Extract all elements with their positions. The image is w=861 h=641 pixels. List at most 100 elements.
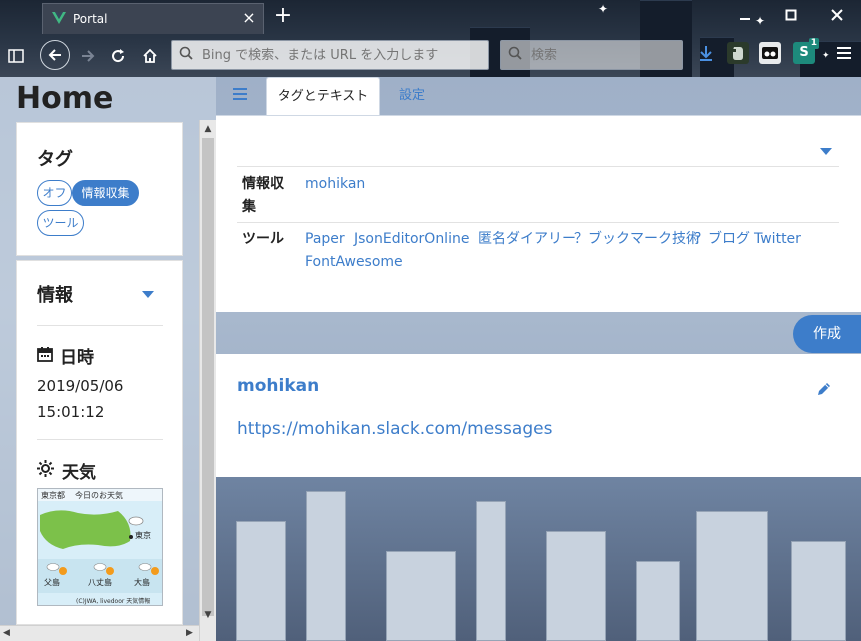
tool-link-anonymous-diary[interactable]: 匿名ダイアリー [478, 228, 576, 251]
city-building [236, 521, 286, 641]
info-card-title: 情報 [37, 285, 73, 306]
evernote-extension[interactable] [727, 42, 749, 64]
bookmark-url[interactable]: https://mohikan.slack.com/messages [237, 419, 552, 439]
scroll-up-arrow-icon[interactable]: ▲ [200, 120, 216, 138]
city-building [546, 531, 606, 641]
tab-title: Portal [73, 12, 108, 26]
sharepoint-extension[interactable]: S 1 [793, 38, 819, 64]
page-title: Home [16, 81, 114, 116]
divider [237, 166, 839, 167]
weather-widget[interactable]: 東京都 今日のお天気 東京 父島 八丈島 大島 (C)JWA, livedoor… [37, 488, 163, 606]
browser-tab-portal[interactable]: Portal × [42, 3, 264, 34]
home-button[interactable] [137, 43, 163, 69]
search-input[interactable] [531, 44, 671, 66]
tab-settings[interactable]: 設定 [392, 77, 432, 115]
scroll-left-arrow-icon[interactable]: ◀ [3, 628, 10, 638]
new-tab-button[interactable]: + [272, 4, 294, 28]
notification-badge: 1 [808, 38, 819, 49]
tag-chip-info-gathering[interactable]: 情報収集 [72, 180, 139, 206]
time-value: 15:01:12 [37, 403, 105, 421]
tool-link-blog[interactable]: ？ブログ [694, 228, 750, 251]
home-icon [143, 48, 157, 63]
tag-link-mohikan[interactable]: mohikan [305, 173, 365, 196]
weather-title: 今日のお天気 [75, 491, 123, 500]
tampermonkey-icon [762, 47, 778, 59]
tag-list-card: 情報収集 mohikan ツール Paper JsonEditorOnline … [216, 115, 861, 312]
star-sparkle: ✦ [598, 2, 609, 16]
divider [37, 325, 163, 326]
sidebar-scrollbar[interactable]: ▲ ▼ [199, 120, 216, 641]
vue-logo-icon [52, 12, 66, 24]
browser-chrome: ✦ ✦ ✦ Portal × + Bing で検索、または URL を入力します… [0, 0, 861, 77]
sidebar-icon [8, 49, 24, 63]
close-window-button[interactable] [815, 5, 859, 27]
minimize-button[interactable] [723, 5, 767, 27]
forward-button[interactable] [75, 43, 101, 69]
search-box[interactable] [500, 40, 683, 70]
arrow-right-icon [82, 50, 95, 62]
bookmark-card: mohikan https://mohikan.slack.com/messag… [216, 354, 861, 477]
search-icon [508, 46, 522, 60]
weather-place-oshima: 大島 [134, 578, 150, 587]
tool-link-twitter[interactable]: Twitter [754, 228, 801, 251]
weather-map [38, 501, 162, 605]
tab-close-icon[interactable]: × [239, 8, 259, 27]
city-building [696, 511, 768, 641]
city-building [791, 541, 846, 641]
calendar-icon [37, 347, 53, 362]
edit-pencil-icon[interactable] [817, 382, 831, 396]
create-button[interactable]: 作成 [793, 315, 861, 353]
city-building [476, 501, 506, 641]
scroll-right-arrow-icon[interactable]: ▶ [186, 628, 193, 638]
maximize-button[interactable] [769, 5, 813, 27]
scroll-thumb[interactable] [202, 138, 214, 616]
download-icon [700, 46, 712, 61]
tampermonkey-extension[interactable] [759, 42, 781, 64]
date-value: 2019/05/06 [37, 377, 124, 395]
weather-place-tokyo: 東京 [135, 531, 151, 540]
back-button[interactable] [40, 40, 70, 70]
tag-card-title: タグ [37, 149, 73, 170]
address-bar[interactable] [171, 40, 489, 70]
settings-menu-button[interactable] [833, 42, 855, 64]
arrow-left-icon [48, 49, 61, 61]
sun-icon [37, 460, 54, 477]
scroll-down-arrow-icon[interactable]: ▼ [200, 606, 216, 624]
weather-place-hachijojima: 八丈島 [88, 578, 112, 587]
evernote-icon [732, 47, 743, 60]
refresh-button[interactable] [105, 43, 131, 69]
minimize-icon [740, 18, 750, 20]
hamburger-menu-icon[interactable] [233, 88, 247, 100]
tool-link-fontawesome[interactable]: FontAwesome [305, 251, 403, 274]
page-content: Home タグ オフ 情報収集 ツール 情報 日時 2019/05/06 15:… [0, 77, 861, 641]
tag-chip-tools[interactable]: ツール [37, 210, 84, 236]
tab-tags-and-text[interactable]: タグとテキスト [266, 77, 380, 115]
city-building [386, 551, 456, 641]
address-input[interactable] [202, 44, 482, 66]
refresh-icon [112, 49, 125, 63]
tag-row-label-tools: ツール [242, 231, 284, 247]
city-building [636, 561, 680, 641]
maximize-icon [785, 9, 797, 21]
horizontal-scrollbar[interactable]: ◀ ▶ [0, 625, 199, 641]
dropdown-caret-icon[interactable] [820, 148, 832, 155]
bookmark-title[interactable]: mohikan [237, 376, 319, 396]
search-icon [179, 46, 193, 60]
city-background [216, 477, 861, 641]
download-button[interactable] [695, 42, 717, 64]
tag-chip-off[interactable]: オフ [37, 180, 72, 206]
weather-region: 東京都 [41, 491, 65, 500]
sidebar-toggle-button[interactable] [3, 43, 29, 69]
tool-link-bookmark-tech[interactable]: ？ブックマーク技術 [574, 228, 700, 251]
sharepoint-icon: S [799, 45, 809, 60]
tag-row-label-info: 情報収集 [242, 176, 284, 215]
collapse-caret-icon[interactable] [142, 291, 154, 298]
content-tabs: タグとテキスト 設定 [216, 77, 861, 115]
tool-link-jsoneditoronline[interactable]: JsonEditorOnline [354, 228, 469, 251]
info-card: 情報 日時 2019/05/06 15:01:12 天気 東京都 今日のお天気 [16, 260, 183, 625]
weather-place-chichijima: 父島 [44, 578, 60, 587]
close-icon [831, 9, 843, 21]
tool-link-paper[interactable]: Paper [305, 228, 345, 251]
tag-card: タグ オフ 情報収集 ツール [16, 122, 183, 256]
hamburger-icon [837, 47, 851, 59]
